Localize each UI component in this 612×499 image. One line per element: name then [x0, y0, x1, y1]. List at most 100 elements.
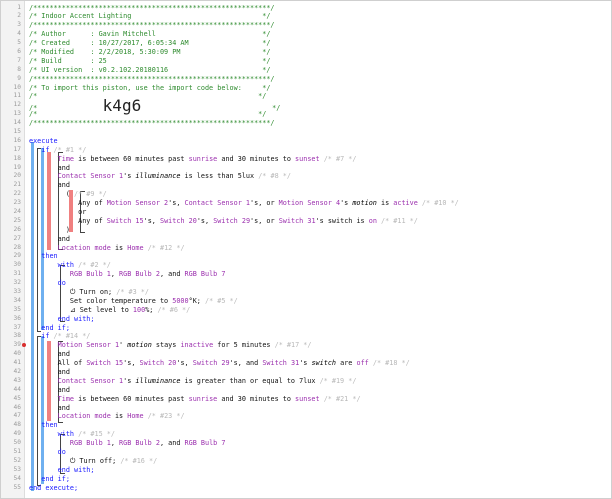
- code-text[interactable]: and: [29, 181, 70, 190]
- code-token: Any of: [78, 216, 107, 225]
- code-token[interactable]: Contact Sensor 1: [58, 377, 123, 385]
- code-text[interactable]: /***************************************…: [29, 75, 275, 84]
- code-token[interactable]: Time: [58, 395, 74, 403]
- code-text[interactable]: /***************************************…: [29, 119, 275, 128]
- code-text[interactable]: /* Author : Gavin Mitchell */: [29, 30, 270, 39]
- code-line: 40 and: [1, 350, 611, 359]
- code-text[interactable]: /* Created : 10/27/2017, 6:05:34 AM */: [29, 39, 270, 48]
- code-text[interactable]: /***************************************…: [29, 4, 275, 13]
- code-token[interactable]: Switch 31: [279, 217, 316, 225]
- code-token[interactable]: Switch 29: [193, 359, 230, 367]
- code-text[interactable]: Motion Sensor 1' motion stays inactive f…: [29, 341, 312, 350]
- code-token[interactable]: inactive: [180, 341, 213, 349]
- code-text[interactable]: RGB Bulb 1, RGB Bulb 2, and RGB Bulb 7: [29, 439, 226, 448]
- code-text[interactable]: /* */: [29, 92, 266, 101]
- code-token[interactable]: Location mode: [58, 244, 111, 252]
- code-text[interactable]: /* */: [29, 110, 266, 119]
- code-token[interactable]: Switch 20: [160, 217, 197, 225]
- code-token: 's,: [143, 216, 160, 225]
- code-text[interactable]: then: [29, 252, 57, 261]
- code-token[interactable]: Contact Sensor 1: [185, 199, 250, 207]
- code-text[interactable]: /* Modified : 2/2/2018, 5:30:09 PM */: [29, 48, 270, 57]
- code-token: /* Author : Gavin Mitchell */: [29, 30, 271, 39]
- code-token[interactable]: Motion Sensor 2: [107, 199, 168, 207]
- code-token[interactable]: RGB Bulb 1: [70, 270, 111, 278]
- code-text[interactable]: do: [29, 448, 66, 457]
- code-token[interactable]: off: [357, 359, 369, 367]
- code-text[interactable]: Location mode is Home /* #12 */: [29, 244, 185, 253]
- code-text[interactable]: if /* #1 */: [29, 146, 86, 155]
- code-text[interactable]: /* To import this piston, use the import…: [29, 84, 270, 93]
- code-token[interactable]: RGB Bulb 2: [119, 439, 160, 447]
- code-text[interactable]: execute: [29, 137, 58, 146]
- code-text[interactable]: or: [29, 208, 86, 217]
- code-text[interactable]: ): [29, 226, 70, 235]
- code-text[interactable]: Contact Sensor 1's illuminance is less t…: [29, 172, 291, 181]
- code-text[interactable]: then: [29, 421, 57, 430]
- code-text[interactable]: ( /* #9 */: [29, 190, 107, 199]
- code-token[interactable]: Motion Sensor 1: [58, 341, 119, 349]
- code-text[interactable]: ⏻ Turn on; /* #3 */: [29, 288, 149, 297]
- code-token[interactable]: Switch 20: [140, 359, 177, 367]
- code-line: 30 with /* #2 */: [1, 261, 611, 270]
- code-token[interactable]: Location mode: [58, 412, 111, 420]
- code-text[interactable]: Time is between 60 minutes past sunrise …: [29, 395, 361, 404]
- code-text[interactable]: Any of Switch 15's, Switch 20's, Switch …: [29, 217, 418, 226]
- line-number: 38: [13, 332, 21, 340]
- code-text[interactable]: /* Build : 25 */: [29, 57, 270, 66]
- code-token[interactable]: sunset: [295, 155, 320, 163]
- code-token[interactable]: Motion Sensor 4: [279, 199, 340, 207]
- code-text[interactable]: end if;: [29, 324, 70, 333]
- code-token[interactable]: Switch 15: [107, 217, 144, 225]
- code-token[interactable]: Switch 15: [86, 359, 123, 367]
- code-token[interactable]: RGB Bulb 7: [185, 439, 226, 447]
- code-text[interactable]: Any of Motion Sensor 2's, Contact Sensor…: [29, 199, 459, 208]
- code-text[interactable]: do: [29, 279, 66, 288]
- code-text[interactable]: All of Switch 15's, Switch 20's, Switch …: [29, 359, 410, 368]
- code-token[interactable]: Switch 29: [213, 217, 250, 225]
- code-line: 4 /* Author : Gavin Mitchell */: [1, 30, 611, 39]
- code-text[interactable]: Contact Sensor 1's illuminance is greate…: [29, 377, 357, 386]
- code-text[interactable]: and: [29, 164, 70, 173]
- code-token[interactable]: 100: [133, 306, 145, 314]
- code-text[interactable]: end execute;: [29, 484, 78, 493]
- code-text[interactable]: Set color temperature to 5000°K; /* #5 *…: [29, 297, 238, 306]
- code-text[interactable]: if /* #14 */: [29, 332, 90, 341]
- code-text[interactable]: and: [29, 235, 70, 244]
- code-text[interactable]: with /* #15 */: [29, 430, 115, 439]
- code-text[interactable]: end if;: [29, 475, 70, 484]
- code-text[interactable]: ⏻ Turn off; /* #16 */: [29, 457, 157, 466]
- code-text[interactable]: Time is between 60 minutes past sunrise …: [29, 155, 357, 164]
- code-text[interactable]: RGB Bulb 1, RGB Bulb 2, and RGB Bulb 7: [29, 270, 226, 279]
- code-text[interactable]: /* UI version : v0.2.102.20180116 */: [29, 66, 270, 75]
- code-token[interactable]: 5000: [172, 297, 188, 305]
- code-token[interactable]: sunrise: [189, 155, 218, 163]
- code-text[interactable]: and: [29, 386, 70, 395]
- code-token[interactable]: Home: [127, 412, 143, 420]
- code-token[interactable]: sunrise: [189, 395, 218, 403]
- code-text[interactable]: end with;: [29, 466, 95, 475]
- line-number: 16: [13, 136, 21, 144]
- code-text[interactable]: with /* #2 */: [29, 261, 111, 270]
- code-token[interactable]: active: [393, 199, 418, 207]
- code-text[interactable]: and: [29, 368, 70, 377]
- code-token[interactable]: Switch 31: [262, 359, 299, 367]
- code-token[interactable]: Time: [58, 155, 74, 163]
- code-token[interactable]: sunset: [295, 395, 320, 403]
- code-token[interactable]: RGB Bulb 7: [185, 270, 226, 278]
- code-text[interactable]: and: [29, 350, 70, 359]
- code-token[interactable]: Contact Sensor 1: [58, 172, 123, 180]
- code-text[interactable]: ⊿ Set level to 100%; /* #6 */: [29, 306, 190, 315]
- code-token[interactable]: RGB Bulb 1: [70, 439, 111, 447]
- code-text[interactable]: /***************************************…: [29, 21, 275, 30]
- code-token[interactable]: RGB Bulb 2: [119, 270, 160, 278]
- code-text[interactable]: /* Indoor Accent Lighting */: [29, 12, 270, 21]
- code-text[interactable]: Location mode is Home /* #23 */: [29, 412, 185, 421]
- code-text[interactable]: and: [29, 404, 70, 413]
- code-token[interactable]: on: [369, 217, 377, 225]
- code-token[interactable]: Home: [127, 244, 143, 252]
- line-number: 29: [13, 252, 21, 260]
- code-text[interactable]: end with;: [29, 315, 95, 324]
